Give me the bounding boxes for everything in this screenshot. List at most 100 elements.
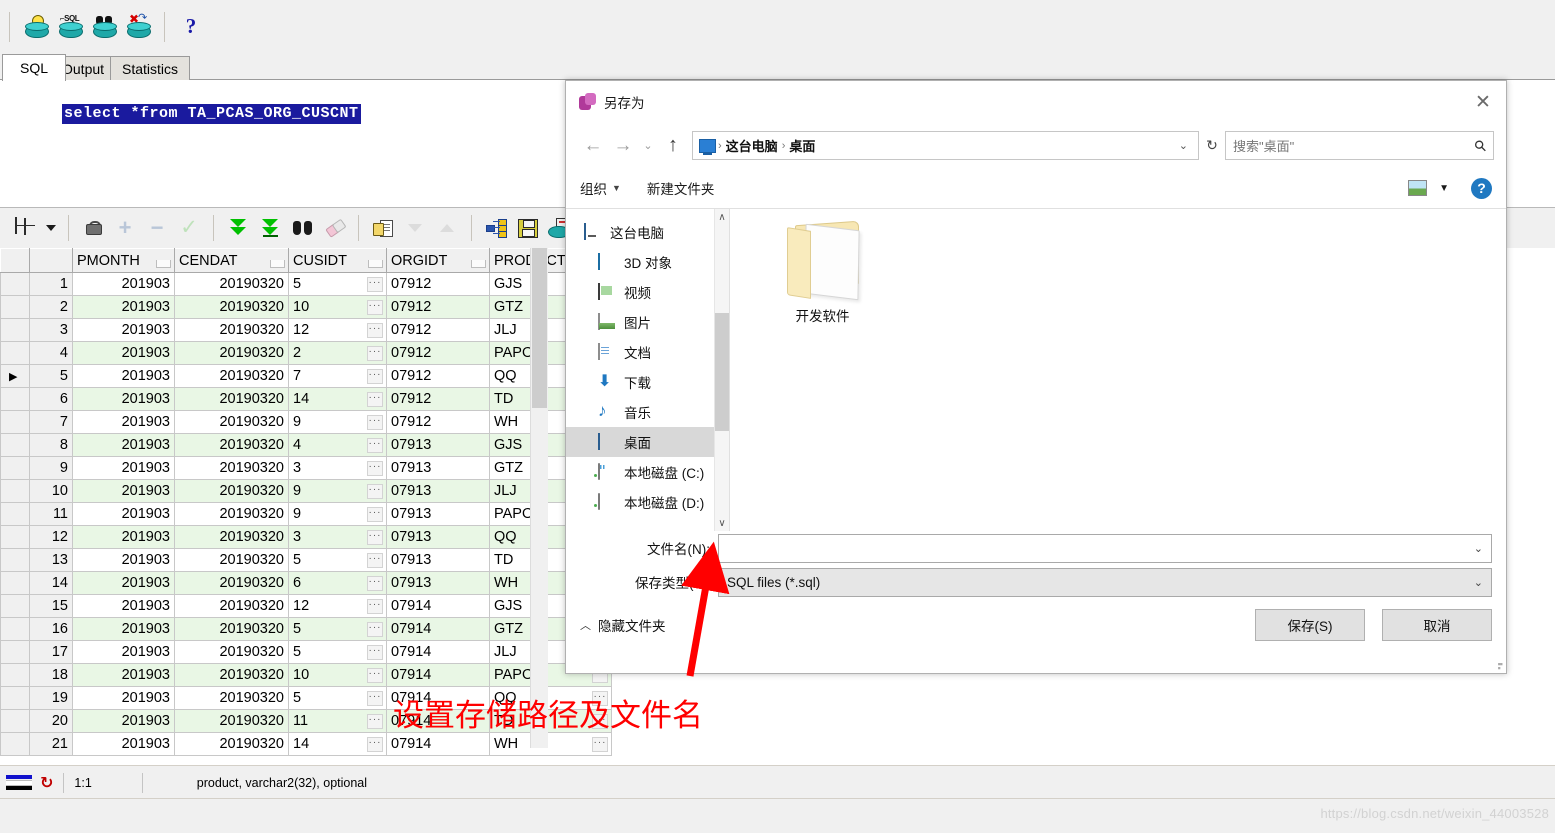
cell-orgidt[interactable]: 07913 xyxy=(386,525,490,549)
cell-cusidt[interactable]: 10 ··· xyxy=(288,295,387,319)
row-marker[interactable] xyxy=(0,571,30,595)
table-row[interactable]: 32019032019032012···07912JLJ··· xyxy=(0,318,612,342)
cell-cendat[interactable]: 20190320 xyxy=(174,433,289,457)
grid-vertical-scrollbar[interactable] xyxy=(530,248,548,748)
cell-expand-icon[interactable]: ··· xyxy=(367,461,383,476)
column-header-pmonth[interactable]: PMONTH xyxy=(72,248,175,273)
sidebar-item-4[interactable]: 文档 xyxy=(566,337,729,367)
cell-pmonth[interactable]: 201903 xyxy=(72,272,175,296)
cell-orgidt[interactable]: 07913 xyxy=(386,456,490,480)
cell-orgidt[interactable]: 07912 xyxy=(386,364,490,388)
sidebar-item-7[interactable]: 桌面 xyxy=(566,427,729,457)
sidebar-item-5[interactable]: ⬇ 下载 xyxy=(566,367,729,397)
cell-cendat[interactable]: 20190320 xyxy=(174,548,289,572)
row-marker[interactable] xyxy=(0,341,30,365)
row-number[interactable]: 10 xyxy=(29,479,73,503)
cell-expand-icon[interactable]: ··· xyxy=(367,691,383,706)
row-number[interactable]: 21 xyxy=(29,732,73,756)
sidebar-item-9[interactable]: 本地磁盘 (D:) xyxy=(566,487,729,517)
save-as-dialog[interactable]: 另存为 ✕ ← → ⌄ ↑ › 这台电脑 › 桌面 ⌄ ↻ 搜索"桌面" ⚲ 组… xyxy=(565,80,1507,674)
cell-cusidt[interactable]: 2 ··· xyxy=(288,341,387,365)
cell-cendat[interactable]: 20190320 xyxy=(174,686,289,710)
row-marker[interactable] xyxy=(0,640,30,664)
cell-pmonth[interactable]: 201903 xyxy=(72,410,175,434)
cell-cendat[interactable]: 20190320 xyxy=(174,456,289,480)
row-marker[interactable] xyxy=(0,686,30,710)
sidebar-item-6[interactable]: ♪ 音乐 xyxy=(566,397,729,427)
cell-orgidt[interactable]: 07913 xyxy=(386,479,490,503)
row-marker[interactable] xyxy=(0,548,30,572)
row-number[interactable]: 6 xyxy=(29,387,73,411)
cell-orgidt[interactable]: 07912 xyxy=(386,387,490,411)
cell-cendat[interactable]: 20190320 xyxy=(174,272,289,296)
cell-orgidt[interactable]: 07913 xyxy=(386,502,490,526)
column-header-orgidt[interactable]: ORGIDT xyxy=(386,248,490,273)
search-input[interactable]: 搜索"桌面" xyxy=(1233,136,1475,155)
breadcrumb-this-pc[interactable]: 这台电脑 xyxy=(722,136,782,155)
cell-expand-icon[interactable]: ··· xyxy=(367,392,383,407)
cell-cusidt[interactable]: 12 ··· xyxy=(288,318,387,342)
cell-pmonth[interactable]: 201903 xyxy=(72,318,175,342)
cell-orgidt[interactable]: 07914 xyxy=(386,594,490,618)
sidebar-item-3[interactable]: 图片 xyxy=(566,307,729,337)
cell-pmonth[interactable]: 201903 xyxy=(72,640,175,664)
cell-cendat[interactable]: 20190320 xyxy=(174,387,289,411)
row-marker[interactable] xyxy=(0,594,30,618)
cell-cusidt[interactable]: 9 ··· xyxy=(288,410,387,434)
table-row[interactable]: 21 201903 20190320 14 ··· 07914 WH ··· xyxy=(0,732,612,756)
table-row[interactable]: 1201903201903205···07912GJS··· xyxy=(0,272,612,296)
table-row[interactable]: 152019032019032012···07914GJS··· xyxy=(0,594,612,618)
cell-orgidt[interactable]: 07913 xyxy=(386,433,490,457)
cell-expand-icon[interactable]: ··· xyxy=(367,737,383,752)
row-number[interactable]: 5 xyxy=(29,364,73,388)
cell-cendat[interactable]: 20190320 xyxy=(174,640,289,664)
cell-pmonth[interactable]: 201903 xyxy=(72,479,175,503)
refresh-icon[interactable]: ↻ xyxy=(1199,132,1225,159)
fetch-last-page-button[interactable] xyxy=(254,213,286,243)
row-number[interactable]: 2 xyxy=(29,295,73,319)
row-number[interactable]: 8 xyxy=(29,433,73,457)
chevron-down-icon[interactable]: ⌄ xyxy=(1474,542,1483,555)
new-folder-button[interactable]: 新建文件夹 xyxy=(647,178,715,198)
table-row[interactable]: 17201903201903205···07914JLJ··· xyxy=(0,640,612,664)
table-row[interactable]: 13201903201903205···07913TD··· xyxy=(0,548,612,572)
row-number[interactable]: 12 xyxy=(29,525,73,549)
cell-cusidt[interactable]: 14 ··· xyxy=(288,387,387,411)
cell-cendat[interactable]: 20190320 xyxy=(174,571,289,595)
column-header-cendat[interactable]: CENDAT xyxy=(174,248,289,273)
row-number[interactable]: 3 xyxy=(29,318,73,342)
table-row[interactable]: 12201903201903203···07913QQ··· xyxy=(0,525,612,549)
navigation-scrollbar[interactable]: ∧ ∨ xyxy=(714,209,729,531)
cell-expand-icon[interactable]: ··· xyxy=(367,277,383,292)
file-list-pane[interactable]: 开发软件 xyxy=(729,209,1506,531)
row-marker[interactable] xyxy=(0,387,30,411)
cell-cendat[interactable]: 20190320 xyxy=(174,732,289,756)
table-row[interactable]: 62019032019032014···07912TD··· xyxy=(0,387,612,411)
refresh-icon[interactable]: ↻ xyxy=(40,773,53,793)
sidebar-item-0[interactable]: 这台电脑 xyxy=(566,217,729,247)
change-view-icon[interactable] xyxy=(1408,180,1428,196)
sidebar-item-8[interactable]: 本地磁盘 (C:) xyxy=(566,457,729,487)
hide-folders-toggle[interactable]: ︿ 隐藏文件夹 xyxy=(580,615,666,635)
help-icon[interactable]: ? xyxy=(1471,177,1492,199)
cell-pmonth[interactable]: 201903 xyxy=(72,571,175,595)
cell-pmonth[interactable]: 201903 xyxy=(72,663,175,687)
cell-cusidt[interactable]: 7 ··· xyxy=(288,364,387,388)
scrollbar-thumb[interactable] xyxy=(715,313,729,431)
address-bar[interactable]: › 这台电脑 › 桌面 ⌄ xyxy=(692,131,1199,160)
cell-expand-icon[interactable]: ··· xyxy=(367,599,383,614)
forward-button[interactable]: → xyxy=(608,131,638,161)
cell-orgidt[interactable]: 07913 xyxy=(386,548,490,572)
table-row[interactable]: 14201903201903206···07913WH··· xyxy=(0,571,612,595)
cell-cusidt[interactable]: 12 ··· xyxy=(288,594,387,618)
cell-cendat[interactable]: 20190320 xyxy=(174,525,289,549)
table-row[interactable]: 8201903201903204···07913GJS··· xyxy=(0,433,612,457)
cell-expand-icon[interactable]: ··· xyxy=(367,553,383,568)
cell-expand-icon[interactable]: ··· xyxy=(367,438,383,453)
search-box[interactable]: 搜索"桌面" ⚲ xyxy=(1225,131,1494,160)
cell-expand-icon[interactable]: ··· xyxy=(367,323,383,338)
cell-orgidt[interactable]: 07912 xyxy=(386,272,490,296)
filename-input[interactable]: ⌄ xyxy=(718,533,1492,563)
grid-layout-dropdown[interactable] xyxy=(42,213,60,243)
cell-expand-icon[interactable]: ··· xyxy=(367,530,383,545)
